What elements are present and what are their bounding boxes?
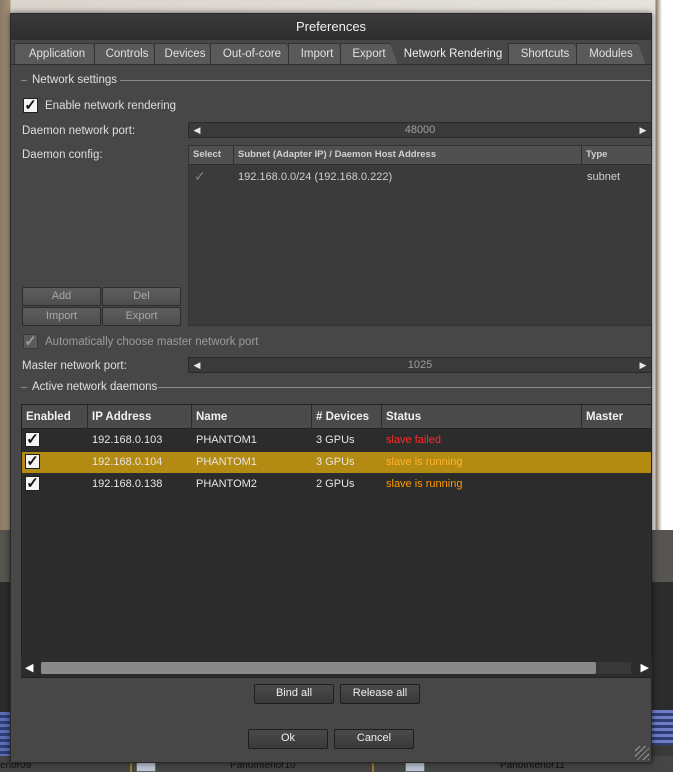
column-header-address[interactable]: Subnet (Adapter IP) / Daemon Host Addres… (234, 146, 582, 165)
tab-modules[interactable]: Modules (576, 43, 646, 65)
column-header-type[interactable]: Type (582, 146, 653, 165)
enable-network-rendering-label: Enable network rendering (45, 100, 177, 112)
table-header: Select Subnet (Adapter IP) / Daemon Host… (189, 146, 651, 165)
import-button[interactable]: Import (22, 307, 101, 326)
column-header-select[interactable]: Select (189, 146, 234, 165)
scroll-left-icon[interactable]: ◀ (25, 661, 33, 674)
tab-application[interactable]: Application (14, 43, 100, 65)
column-header-ip[interactable]: IP Address (88, 405, 192, 429)
daemon-name: PHANTOM1 (196, 434, 257, 446)
column-header-master[interactable]: Master (582, 405, 653, 429)
decrement-icon[interactable]: ◀ (191, 358, 203, 372)
daemon-enabled-checkbox[interactable]: ✓ (25, 454, 40, 469)
bind-all-button[interactable]: Bind all (254, 684, 334, 704)
scroll-thumb[interactable] (41, 662, 596, 674)
section-rule (21, 80, 27, 81)
export-button[interactable]: Export (102, 307, 181, 326)
resize-grip-icon[interactable] (635, 746, 649, 760)
daemon-name: PHANTOM1 (196, 456, 257, 468)
enable-network-rendering-checkbox[interactable]: ✓ (23, 98, 38, 113)
decrement-icon[interactable]: ◀ (191, 123, 203, 137)
tab-shortcuts[interactable]: Shortcuts (508, 43, 582, 65)
daemon-devices: 2 GPUs (316, 478, 355, 490)
daemon-config-table: Select Subnet (Adapter IP) / Daemon Host… (188, 145, 652, 326)
tab-network-rendering[interactable]: Network Rendering (398, 43, 508, 65)
daemon-port-label: Daemon network port: (22, 125, 136, 137)
daemon-status: slave is running (386, 456, 463, 468)
horizontal-scrollbar[interactable]: ◀ ▶ (21, 659, 652, 677)
increment-icon[interactable]: ▶ (637, 358, 649, 372)
auto-master-port-label: Automatically choose master network port (45, 336, 259, 348)
tab-export[interactable]: Export (340, 43, 398, 65)
section-title: Active network daemons (32, 381, 158, 393)
dialog-title[interactable]: Preferences (11, 14, 651, 40)
daemon-ip: 192.168.0.138 (92, 478, 163, 490)
daemon-port-value: 48000 (404, 124, 436, 136)
del-button[interactable]: Del (102, 287, 181, 306)
tab-divider (11, 64, 651, 65)
tab-devices[interactable]: Devices (154, 43, 216, 65)
daemon-ip: 192.168.0.103 (92, 434, 163, 446)
daemon-name: PHANTOM2 (196, 478, 257, 490)
section-rule (120, 80, 651, 81)
table-row[interactable]: ✓ 192.168.0.104 PHANTOM1 3 GPUs slave is… (22, 452, 651, 473)
config-address[interactable]: 192.168.0.0/24 (192.168.0.222) (238, 171, 392, 183)
release-all-button[interactable]: Release all (340, 684, 420, 704)
daemon-port-spinner[interactable]: ◀ 48000 ▶ (188, 122, 652, 138)
daemon-enabled-checkbox[interactable]: ✓ (25, 476, 40, 491)
column-header-devices[interactable]: # Devices (312, 405, 382, 429)
active-daemons-section: Active network daemons (21, 381, 651, 395)
active-daemons-table: Enabled IP Address Name # Devices Status… (21, 404, 652, 678)
master-port-spinner[interactable]: ◀ 1025 ▶ (188, 357, 652, 373)
table-row[interactable]: ✓ 192.168.0.103 PHANTOM1 3 GPUs slave fa… (22, 430, 651, 451)
daemon-ip: 192.168.0.104 (92, 456, 163, 468)
table-row[interactable]: ✓ 192.168.0.138 PHANTOM2 2 GPUs slave is… (22, 474, 651, 495)
add-button[interactable]: Add (22, 287, 101, 306)
daemon-devices: 3 GPUs (316, 456, 355, 468)
increment-icon[interactable]: ▶ (637, 123, 649, 137)
section-rule (158, 387, 651, 388)
column-header-enabled[interactable]: Enabled (22, 405, 88, 429)
daemon-status: slave is running (386, 478, 463, 490)
auto-master-port-checkbox[interactable]: ✓ (23, 334, 38, 349)
cancel-button[interactable]: Cancel (334, 729, 414, 749)
daemon-enabled-checkbox[interactable]: ✓ (25, 432, 40, 447)
config-type: subnet (587, 171, 621, 183)
tab-import[interactable]: Import (288, 43, 346, 65)
daemon-devices: 3 GPUs (316, 434, 355, 446)
section-title: Network settings (32, 74, 118, 86)
network-settings-section: Network settings (21, 74, 651, 88)
tab-bar: Application Controls Devices Out-of-core… (14, 43, 650, 65)
tab-controls[interactable]: Controls (94, 43, 160, 65)
section-rule (21, 387, 27, 388)
column-header-status[interactable]: Status (382, 405, 582, 429)
row-select-checkbox[interactable]: ✓ (194, 168, 208, 184)
background-thumbnail-right (651, 710, 673, 745)
daemon-status: slave failed (386, 434, 442, 446)
ok-button[interactable]: Ok (248, 729, 328, 749)
table-header: Enabled IP Address Name # Devices Status… (22, 405, 651, 429)
column-header-name[interactable]: Name (192, 405, 312, 429)
master-port-value: 1025 (407, 359, 433, 371)
master-port-label: Master network port: (22, 360, 127, 372)
tab-out-of-core[interactable]: Out-of-core (210, 43, 294, 65)
daemon-config-label: Daemon config: (22, 149, 103, 161)
scroll-right-icon[interactable]: ▶ (641, 661, 649, 674)
preferences-dialog: Preferences Application Controls Devices… (10, 13, 652, 763)
